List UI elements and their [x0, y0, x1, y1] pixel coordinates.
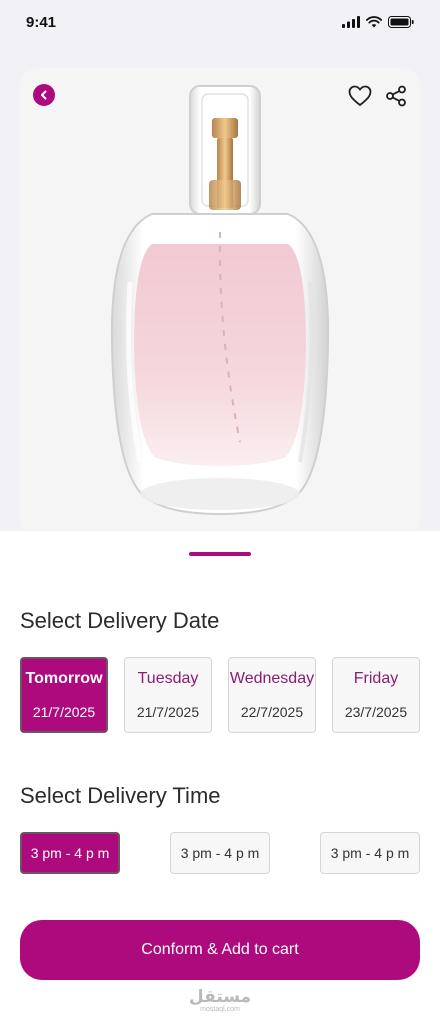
status-time: 9:41 — [26, 13, 57, 31]
heart-icon — [348, 85, 372, 106]
date-option-date: 21/7/2025 — [32, 704, 96, 720]
date-option-date: 21/7/2025 — [136, 704, 200, 720]
delivery-time-options: 3 pm - 4 p m 3 pm - 4 p m 3 pm - 4 p m — [20, 832, 420, 874]
share-button[interactable] — [384, 84, 408, 108]
delivery-sheet: Select Delivery Date Tomorrow 21/7/2025 … — [0, 531, 440, 1034]
watermark-subtext: mostaql.com — [200, 1006, 240, 1013]
share-icon — [386, 85, 406, 107]
date-option-tomorrow[interactable]: Tomorrow 21/7/2025 — [20, 657, 108, 733]
status-bar: 9:41 — [0, 0, 440, 44]
chevron-left-icon — [41, 90, 47, 100]
delivery-time-title: Select Delivery Time — [20, 783, 221, 808]
date-option-wednesday[interactable]: Wednesday 22/7/2025 — [228, 657, 316, 733]
status-icons — [342, 16, 414, 28]
sheet-drag-handle[interactable] — [189, 552, 251, 556]
date-option-date: 23/7/2025 — [344, 704, 408, 720]
product-photo-card — [20, 68, 420, 538]
perfume-bottle-image — [110, 85, 330, 516]
battery-icon — [388, 16, 414, 28]
date-option-day: Wednesday — [229, 670, 315, 687]
date-option-day: Friday — [353, 670, 399, 687]
time-option-1[interactable]: 3 pm - 4 p m — [20, 832, 120, 874]
date-option-tuesday[interactable]: Tuesday 21/7/2025 — [124, 657, 212, 733]
date-option-day: Tomorrow — [25, 670, 103, 687]
back-button[interactable] — [33, 84, 55, 106]
date-option-date: 22/7/2025 — [240, 704, 304, 720]
delivery-date-options: Tomorrow 21/7/2025 Tuesday 21/7/2025 Wed… — [20, 657, 420, 733]
add-to-cart-button[interactable]: Conform & Add to cart — [20, 920, 420, 980]
watermark-logo: مستقل mostaql.com — [180, 988, 260, 1014]
time-option-3[interactable]: 3 pm - 4 p m — [320, 832, 420, 874]
delivery-date-title: Select Delivery Date — [20, 608, 220, 633]
date-option-day: Tuesday — [137, 670, 199, 687]
signal-icon — [342, 16, 360, 28]
favorite-button[interactable] — [347, 84, 373, 108]
date-option-friday[interactable]: Friday 23/7/2025 — [332, 657, 420, 733]
wifi-icon — [366, 16, 382, 28]
time-option-2[interactable]: 3 pm - 4 p m — [170, 832, 270, 874]
watermark-text: مستقل — [188, 987, 252, 1006]
